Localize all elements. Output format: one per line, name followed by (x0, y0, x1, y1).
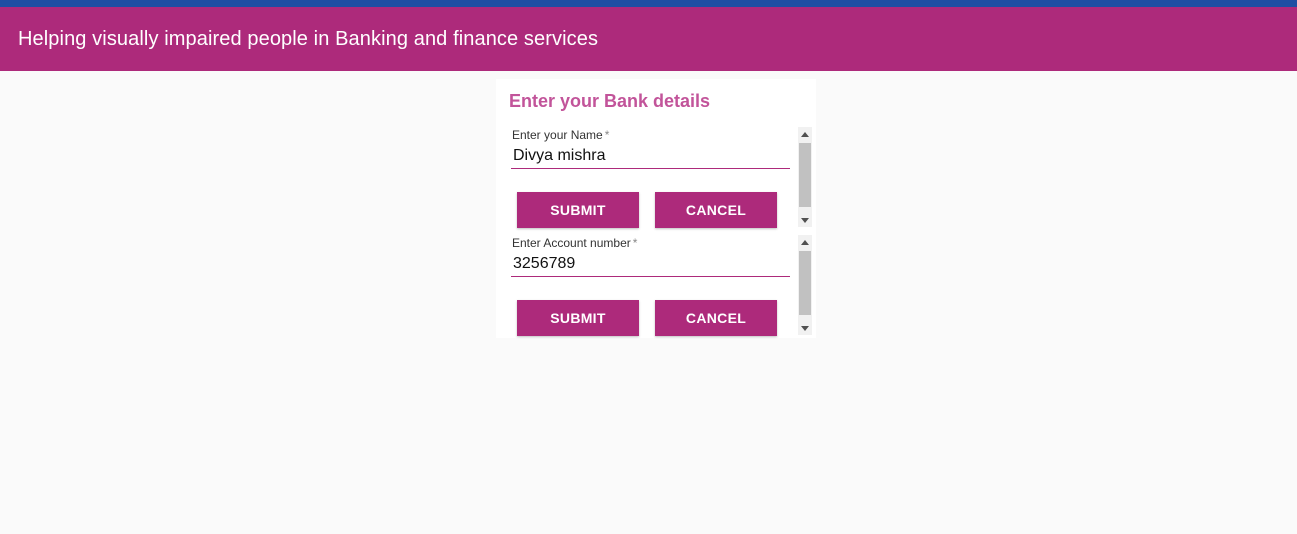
required-mark: * (604, 128, 610, 142)
scrollbar-thumb[interactable] (799, 143, 811, 207)
app-header: Helping visually impaired people in Bank… (0, 7, 1297, 71)
scrollbar-thumb[interactable] (799, 251, 811, 315)
triangle-down-icon (801, 217, 809, 223)
account-section-scrollbar[interactable] (798, 235, 812, 335)
required-mark: * (632, 236, 638, 250)
account-number-input[interactable]: 3256789 (513, 255, 575, 273)
scroll-down-arrow[interactable] (798, 321, 812, 335)
scroll-up-arrow[interactable] (798, 127, 812, 141)
account-field-label: Enter Account number * (512, 236, 638, 250)
name-submit-button[interactable]: SUBMIT (517, 192, 639, 228)
triangle-up-icon (801, 131, 809, 137)
triangle-up-icon (801, 239, 809, 245)
name-section-scrollbar[interactable] (798, 127, 812, 227)
app-title: Helping visually impaired people in Bank… (18, 27, 599, 50)
form-heading: Enter your Bank details (509, 91, 711, 111)
scroll-up-arrow[interactable] (798, 235, 812, 249)
name-input-underline (511, 168, 790, 169)
scroll-down-arrow[interactable] (798, 213, 812, 227)
triangle-down-icon (801, 325, 809, 331)
name-cancel-button[interactable]: CANCEL (655, 192, 777, 228)
name-input[interactable]: Divya mishra (513, 147, 605, 165)
name-section: Enter your Name * Divya mishra SUBMIT CAN… (496, 127, 816, 228)
account-section: Enter Account number * 3256789 SUBMIT CAN… (496, 235, 816, 336)
name-field-label: Enter your Name * (512, 128, 610, 142)
browser-top-strip (0, 0, 1297, 7)
account-submit-button[interactable]: SUBMIT (517, 300, 639, 336)
account-input-underline (511, 276, 790, 277)
account-cancel-button[interactable]: CANCEL (655, 300, 777, 336)
bank-details-card: Enter your Bank details Enter your Name *… (496, 79, 816, 338)
